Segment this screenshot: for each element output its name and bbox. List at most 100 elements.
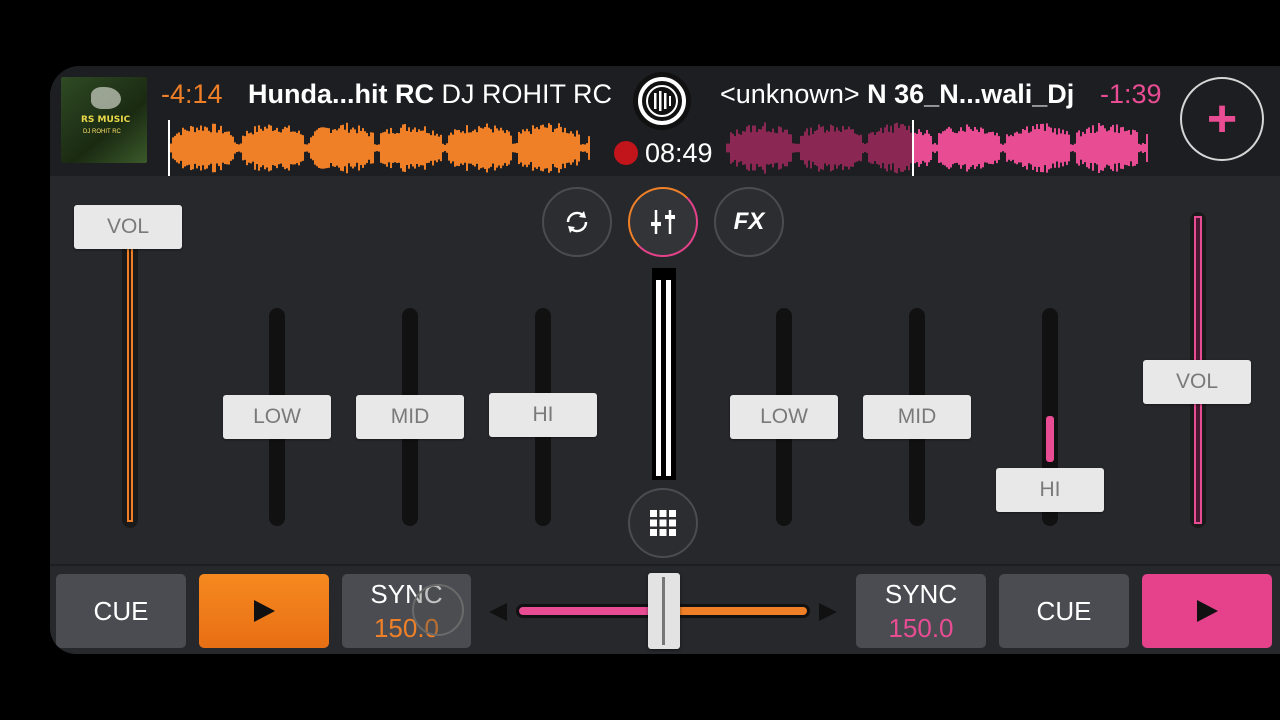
add-button[interactable]: + bbox=[1180, 77, 1264, 161]
waveform-bar bbox=[344, 129, 346, 167]
waveform-bar bbox=[978, 132, 980, 164]
waveform-bar bbox=[878, 131, 880, 165]
waveform-bar bbox=[1144, 144, 1146, 152]
waveform-bar bbox=[268, 124, 270, 172]
waveform-bar bbox=[876, 131, 878, 165]
waveform-bar bbox=[332, 129, 334, 167]
waveform-bar bbox=[882, 133, 884, 163]
waveform-bar bbox=[1008, 136, 1010, 160]
right-volume-handle[interactable]: VOL bbox=[1143, 360, 1251, 404]
left-play-button[interactable] bbox=[199, 574, 329, 648]
waveform-bar bbox=[426, 132, 428, 164]
waveform-bar bbox=[914, 132, 916, 164]
waveform-bar bbox=[498, 130, 500, 166]
waveform-bar bbox=[402, 124, 404, 172]
left-volume-level bbox=[127, 248, 133, 522]
crossfader-right-arrow-icon[interactable] bbox=[819, 603, 837, 621]
waveform-bar bbox=[206, 127, 208, 169]
waveform-bar bbox=[418, 129, 420, 167]
waveform-bar bbox=[422, 130, 424, 166]
left-sync-button[interactable]: SYNC 150.0 bbox=[342, 574, 471, 648]
right-sync-button[interactable]: SYNC 150.0 bbox=[856, 574, 986, 648]
left-cue-button[interactable]: CUE bbox=[56, 574, 186, 648]
waveform-bar bbox=[1112, 124, 1114, 172]
waveform-bar bbox=[1020, 133, 1022, 163]
left-hi-handle[interactable]: HI bbox=[489, 393, 597, 437]
waveform-bar bbox=[520, 133, 522, 163]
plus-icon: + bbox=[1206, 90, 1238, 148]
right-waveform[interactable] bbox=[726, 120, 1150, 176]
waveform-bar bbox=[1100, 125, 1102, 171]
record-button[interactable] bbox=[614, 141, 638, 165]
waveform-bar bbox=[1050, 127, 1052, 169]
waveform-bar bbox=[212, 123, 214, 173]
waveform-bar bbox=[482, 128, 484, 168]
waveform-bar bbox=[508, 131, 510, 165]
right-track-info[interactable]: <unknown> N 36_N...wali_Dj bbox=[720, 78, 1074, 110]
waveform-bar bbox=[1138, 143, 1140, 153]
right-low-handle[interactable]: LOW bbox=[730, 395, 838, 439]
left-mid-handle[interactable]: MID bbox=[356, 395, 464, 439]
waveform-bar bbox=[178, 132, 180, 164]
waveform-bar bbox=[244, 136, 246, 160]
waveform-bar bbox=[328, 128, 330, 168]
waveform-bar bbox=[780, 127, 782, 169]
waveform-bar bbox=[200, 125, 202, 171]
album-art-left[interactable]: RS MUSIC DJ ROHIT RC bbox=[61, 77, 147, 163]
waveform-bar bbox=[1004, 143, 1006, 153]
waveform-bar bbox=[1136, 132, 1138, 164]
right-track-artist: <unknown> bbox=[720, 79, 860, 109]
right-mid-handle[interactable]: MID bbox=[863, 395, 971, 439]
waveform-bar bbox=[296, 132, 298, 164]
crossfader-left-arrow-icon[interactable] bbox=[489, 603, 507, 621]
waveform-bar bbox=[272, 130, 274, 166]
waveform-bar bbox=[462, 131, 464, 165]
right-play-button[interactable] bbox=[1142, 574, 1272, 648]
waveform-bar bbox=[248, 133, 250, 163]
waveform-bar bbox=[786, 129, 788, 167]
waveform-bar bbox=[220, 125, 222, 171]
waveform-bar bbox=[396, 132, 398, 164]
waveform-bar bbox=[566, 133, 568, 163]
waveform-bar bbox=[976, 129, 978, 167]
waveform-bar bbox=[784, 129, 786, 167]
waveform-bar bbox=[254, 126, 256, 170]
waveform-bar bbox=[904, 125, 906, 171]
waveform-bar bbox=[760, 129, 762, 167]
left-volume-handle[interactable]: VOL bbox=[74, 205, 182, 249]
left-low-handle[interactable]: LOW bbox=[223, 395, 331, 439]
pads-button[interactable] bbox=[628, 488, 698, 558]
left-track-info[interactable]: Hunda...hit RC DJ ROHIT RC bbox=[248, 78, 612, 110]
waveform-bar bbox=[436, 133, 438, 163]
waveform-bar bbox=[518, 131, 520, 165]
waveform-bar bbox=[358, 125, 360, 171]
waveform-bar bbox=[1030, 131, 1032, 165]
waveform-bar bbox=[366, 132, 368, 164]
waveform-bar bbox=[1084, 133, 1086, 163]
waveform-bar bbox=[572, 133, 574, 163]
waveform-bar bbox=[1042, 123, 1044, 173]
waveform-bar bbox=[382, 132, 384, 164]
waveform-bar bbox=[864, 144, 866, 152]
right-cue-button[interactable]: CUE bbox=[999, 574, 1129, 648]
waveform-bar bbox=[790, 134, 792, 162]
waveform-bar bbox=[896, 122, 898, 174]
waveform-bar bbox=[798, 143, 800, 153]
waveform-bar bbox=[1114, 132, 1116, 164]
mixer-button[interactable] bbox=[628, 187, 698, 257]
waveform-bar bbox=[860, 134, 862, 162]
fx-button[interactable]: FX bbox=[714, 187, 784, 257]
waveform-bar bbox=[1034, 129, 1036, 167]
right-hi-handle[interactable]: HI bbox=[996, 468, 1104, 512]
sync-toggle-button[interactable] bbox=[542, 187, 612, 257]
left-waveform[interactable] bbox=[168, 120, 592, 176]
waveform-bar bbox=[188, 131, 190, 165]
waveform-bar bbox=[1048, 126, 1050, 170]
waveform-bar bbox=[406, 131, 408, 165]
waveform-bar bbox=[782, 132, 784, 164]
waveform-bar bbox=[1090, 132, 1092, 164]
waveform-bar bbox=[300, 134, 302, 162]
app-logo-icon[interactable] bbox=[633, 72, 691, 130]
waveform-bar bbox=[428, 133, 430, 163]
crossfader-handle[interactable] bbox=[648, 573, 680, 649]
